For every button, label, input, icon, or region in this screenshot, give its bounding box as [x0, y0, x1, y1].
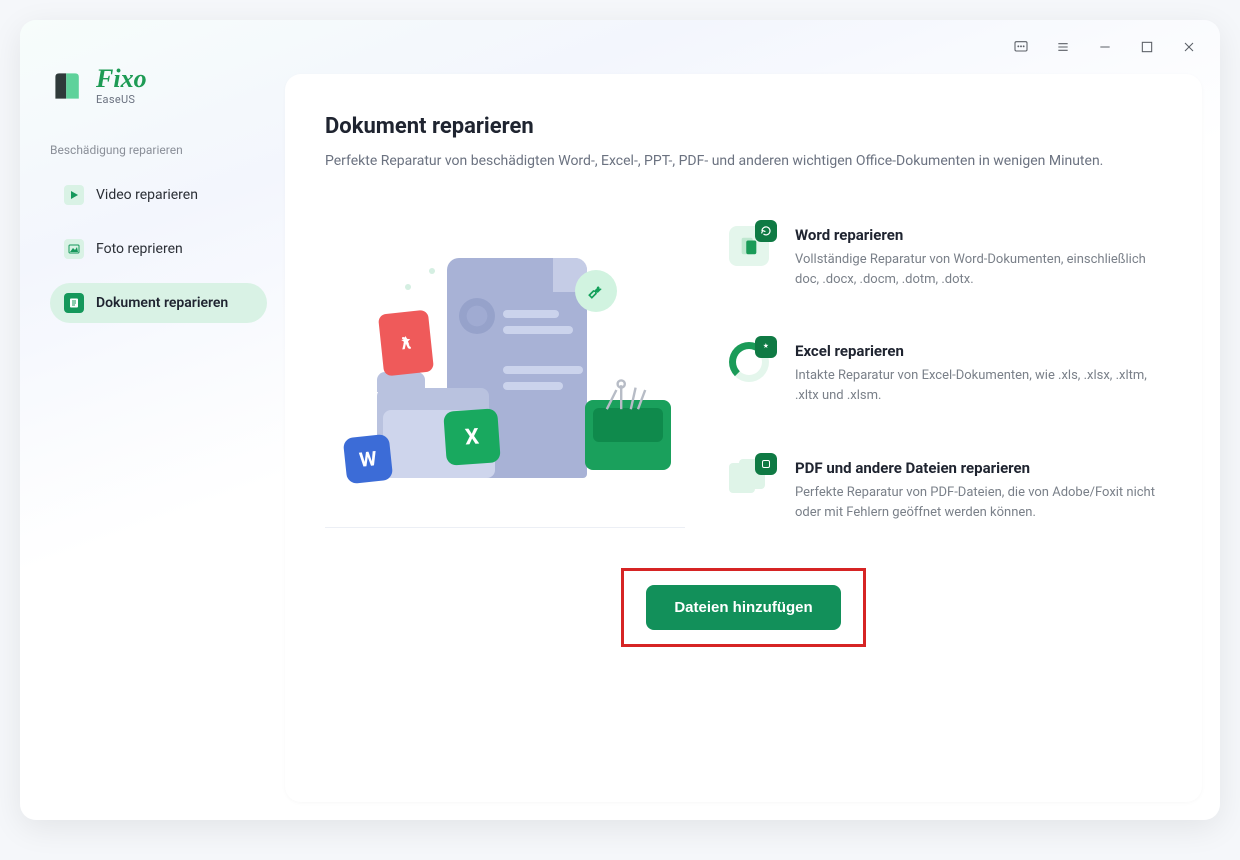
feature-list: Word reparieren Vollständige Reparatur v…	[729, 218, 1162, 528]
content-row: λ X W	[325, 218, 1162, 528]
pdf-badge-icon	[755, 336, 777, 358]
sidebar-item-photo[interactable]: Foto reprieren	[50, 229, 267, 269]
feature-title: PDF und andere Dateien reparieren	[795, 459, 1162, 477]
close-icon[interactable]	[1180, 38, 1198, 56]
feature-word: Word reparieren Vollständige Reparatur v…	[729, 226, 1162, 290]
maximize-icon[interactable]	[1138, 38, 1156, 56]
excel-icon: X	[443, 408, 501, 466]
menu-icon[interactable]	[1054, 38, 1072, 56]
sidebar-item-label: Dokument reparieren	[96, 295, 228, 311]
sidebar-item-document[interactable]: Dokument reparieren	[50, 283, 267, 323]
page-title: Dokument reparieren	[325, 114, 1162, 139]
feature-word-icon	[729, 226, 773, 270]
page-subtitle: Perfekte Reparatur von beschädigten Word…	[325, 151, 1145, 172]
app-window: Fixo EaseUS Beschädigung reparieren Vide…	[20, 20, 1220, 820]
brand-name: Fixo	[96, 66, 147, 92]
sidebar-item-video[interactable]: Video reparieren	[50, 175, 267, 215]
feature-excel: Excel reparieren Intakte Reparatur von E…	[729, 342, 1162, 406]
refresh-icon	[755, 220, 777, 242]
feedback-icon[interactable]	[1012, 38, 1030, 56]
image-icon	[64, 239, 84, 259]
brand-sub: EaseUS	[96, 94, 147, 105]
add-files-button[interactable]: Dateien hinzufügen	[646, 585, 840, 630]
window-controls	[1012, 38, 1198, 56]
tools-icon	[601, 378, 651, 418]
word-icon: W	[343, 434, 394, 485]
sidebar-section-label: Beschädigung reparieren	[50, 143, 267, 157]
sidebar-nav: Video reparieren Foto reprieren Dokument…	[50, 175, 267, 323]
feature-excel-icon	[729, 342, 773, 386]
feature-pdf-icon	[729, 459, 773, 503]
pdf-icon: λ	[378, 310, 434, 377]
cta-highlight-box: Dateien hinzufügen	[621, 568, 865, 647]
shield-icon	[755, 453, 777, 475]
main-panel: Dokument reparieren Perfekte Reparatur v…	[285, 74, 1202, 802]
minimize-icon[interactable]	[1096, 38, 1114, 56]
feature-desc: Vollständige Reparatur von Word-Dokument…	[795, 250, 1162, 290]
document-icon	[64, 293, 84, 313]
sidebar: Fixo EaseUS Beschädigung reparieren Vide…	[20, 20, 285, 820]
wrench-icon	[575, 270, 617, 312]
play-icon	[64, 185, 84, 205]
sidebar-item-label: Video reparieren	[96, 187, 198, 203]
feature-title: Word reparieren	[795, 226, 1162, 244]
illustration: λ X W	[325, 228, 685, 528]
sidebar-item-label: Foto reprieren	[96, 241, 183, 257]
feature-desc: Perfekte Reparatur von PDF-Dateien, die …	[795, 483, 1162, 523]
feature-pdf: PDF und andere Dateien reparieren Perfek…	[729, 459, 1162, 523]
feature-title: Excel reparieren	[795, 342, 1162, 360]
feature-desc: Intakte Reparatur von Excel-Dokumenten, …	[795, 366, 1162, 406]
cta-wrap: Dateien hinzufügen	[325, 568, 1162, 647]
brand-logo-icon	[50, 68, 86, 104]
brand: Fixo EaseUS	[50, 66, 267, 105]
